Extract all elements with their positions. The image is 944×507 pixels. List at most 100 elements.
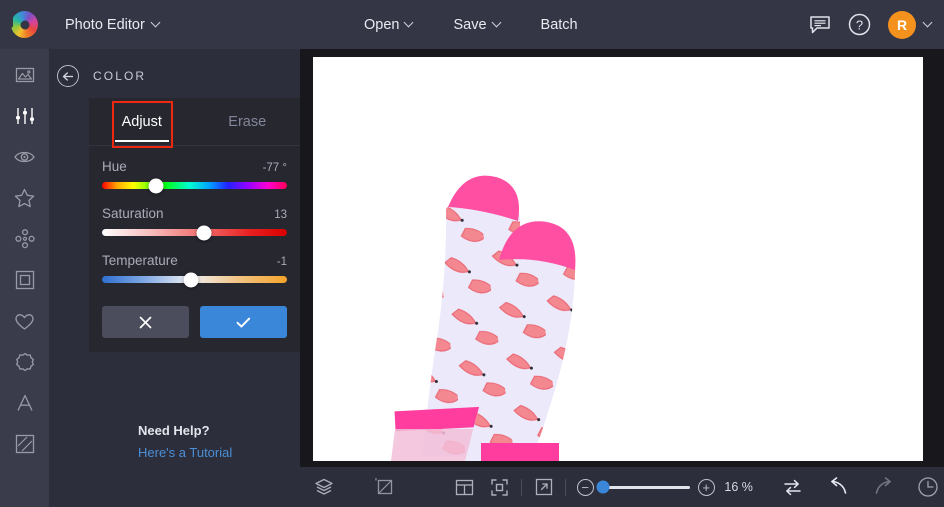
sidebar-item-graphics[interactable] [3,346,47,378]
tab-erase-label: Erase [228,114,266,130]
temperature-value: -1 [277,256,287,268]
app-title-dropdown[interactable]: Photo Editor [57,12,168,38]
fit-to-screen-icon [489,477,510,498]
saturation-value: 13 [274,209,287,221]
expand-arrow-icon [534,477,554,497]
sidebar-item-edit[interactable] [3,100,47,132]
hue-row: Hue -77 ° [102,159,287,174]
sidebar-item-touch-up[interactable] [3,141,47,173]
badge-icon [14,351,36,373]
app-title-label: Photo Editor [65,17,145,33]
top-bar: Photo Editor Open Save Batch [0,0,944,49]
zoom-slider[interactable] [602,486,690,489]
batch-label: Batch [541,17,578,33]
star-icon [13,187,36,209]
open-label: Open [364,17,399,33]
redo-button[interactable] [867,467,899,507]
dots-cluster-icon [14,228,36,250]
question-mark-circle-icon[interactable]: ? [848,13,871,36]
avatar[interactable]: R [888,11,916,39]
action-buttons [89,300,300,338]
zoom-out-button[interactable]: − [577,479,594,496]
color-panel: COLOR Adjust Erase Hue -77 ° [49,49,300,507]
layout-panel-icon [454,477,475,498]
sidebar-item-text[interactable] [3,387,47,419]
tab-adjust-label: Adjust [122,114,162,130]
heart-icon [13,311,36,332]
tool-rail [0,49,49,507]
layers-button[interactable] [308,467,340,507]
chevron-down-icon [405,19,413,27]
history-button[interactable] [912,467,944,507]
eye-icon [13,147,36,167]
divider [521,479,522,496]
saturation-label: Saturation [102,206,164,221]
zoom-in-button[interactable]: + [698,479,715,496]
sidebar-item-image[interactable] [3,59,47,91]
sidebar-item-frames[interactable] [3,264,47,296]
hue-slider[interactable] [102,182,287,189]
svg-text:?: ? [856,18,863,33]
sliders-icon [14,105,36,127]
top-bar-actions: ? R [809,0,932,49]
temperature-slider-handle[interactable] [183,272,198,287]
temperature-row: Temperature -1 [102,253,287,268]
tab-adjust[interactable]: Adjust [89,98,195,145]
chevron-down-icon [152,19,160,27]
apply-button[interactable] [200,306,287,338]
panel-header: COLOR [49,49,300,87]
sidebar-item-textures[interactable] [3,428,47,460]
panel-toggle-button[interactable] [449,467,481,507]
letter-a-icon [14,392,36,414]
compare-swap-icon [782,477,803,498]
hue-label: Hue [102,159,127,174]
photo-editor-app: Photo Editor Open Save Batch [0,0,944,507]
saturation-slider-handle[interactable] [196,225,211,240]
fit-to-screen-button[interactable] [483,467,515,507]
redo-arrow-icon [872,477,894,497]
chat-bubble-icon[interactable] [809,15,831,35]
zoom-slider-handle[interactable] [597,481,610,494]
crop-button[interactable] [368,467,400,507]
texture-icon [14,433,36,455]
photo-legs-in-banana-socks [313,57,923,461]
crop-icon [374,476,396,498]
image-icon [14,64,36,86]
cancel-button[interactable] [102,306,189,338]
divider [565,479,566,496]
back-arrow-icon[interactable] [57,65,79,87]
help-section: Need Help? Here's a Tutorial [138,423,232,460]
tab-erase[interactable]: Erase [195,98,301,145]
hue-slider-handle[interactable] [148,178,163,193]
zoom-out-label: − [581,481,589,494]
sidebar-item-effects[interactable] [3,182,47,214]
saturation-row: Saturation 13 [102,206,287,221]
zoom-percent-label: 16 % [722,480,756,494]
user-menu[interactable]: R [888,11,932,39]
save-button[interactable]: Save [444,11,509,39]
layers-icon [314,477,334,497]
chevron-down-icon [924,19,932,27]
temperature-slider[interactable] [102,276,287,283]
zoom-in-label: + [702,481,710,494]
batch-button[interactable]: Batch [532,11,587,39]
sidebar-item-overlays[interactable] [3,305,47,337]
saturation-slider[interactable] [102,229,287,236]
sidebar-item-artsy[interactable] [3,223,47,255]
sliders-group: Hue -77 ° Saturation 13 Temperature -1 [89,146,300,283]
color-adjust-card: Adjust Erase Hue -77 ° Saturation 13 [89,98,300,352]
undo-button[interactable] [823,467,855,507]
hue-value: -77 ° [263,162,287,174]
image-canvas[interactable] [313,57,923,461]
bottom-toolbar: − + 16 % [300,467,944,507]
need-help-label: Need Help? [138,423,232,438]
expand-button[interactable] [527,467,559,507]
close-x-icon [138,315,153,330]
tutorial-link[interactable]: Here's a Tutorial [138,445,232,460]
open-button[interactable]: Open [355,11,422,39]
canvas-workspace [300,49,944,467]
chevron-down-icon [493,19,501,27]
befunky-logo-icon[interactable] [0,0,49,49]
temperature-label: Temperature [102,253,178,268]
compare-button[interactable] [777,467,809,507]
